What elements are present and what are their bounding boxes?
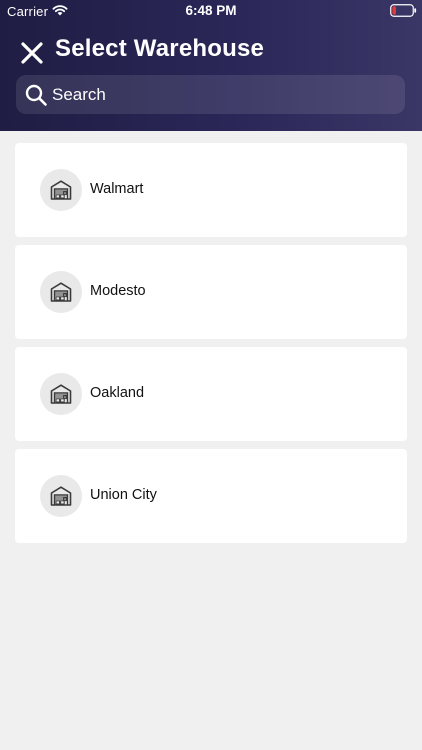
warehouse-avatar <box>40 169 82 211</box>
warehouse-item-oakland[interactable]: Oakland <box>15 347 407 441</box>
status-time: 6:48 PM <box>185 3 237 18</box>
warehouse-avatar <box>40 271 82 313</box>
warehouse-icon <box>50 486 72 506</box>
search-input[interactable] <box>52 75 392 114</box>
warehouse-name: Modesto <box>90 283 146 299</box>
status-bar: Carrier 6:48 PM <box>0 0 422 22</box>
warehouse-name: Union City <box>90 487 157 503</box>
warehouse-avatar <box>40 373 82 415</box>
warehouse-avatar <box>40 475 82 517</box>
search-bar[interactable] <box>16 75 405 114</box>
warehouse-name: Oakland <box>90 385 145 401</box>
warehouse-icon <box>50 384 72 404</box>
warehouse-name: Walmart <box>90 181 144 197</box>
warehouse-item-modesto[interactable]: Modesto <box>15 245 407 339</box>
warehouse-item-walmart[interactable]: Walmart <box>15 143 407 237</box>
warehouse-list: Walmart Modesto Oakland Union City <box>15 143 407 551</box>
page-title: Select Warehouse <box>55 35 265 62</box>
warehouse-icon <box>50 282 72 302</box>
search-icon <box>25 84 47 106</box>
header: Carrier 6:48 PM Select Warehouse <box>0 0 422 131</box>
warehouse-item-union-city[interactable]: Union City <box>15 449 407 543</box>
battery-low-icon <box>390 4 417 17</box>
warehouse-icon <box>50 180 72 200</box>
close-icon[interactable] <box>18 39 46 67</box>
